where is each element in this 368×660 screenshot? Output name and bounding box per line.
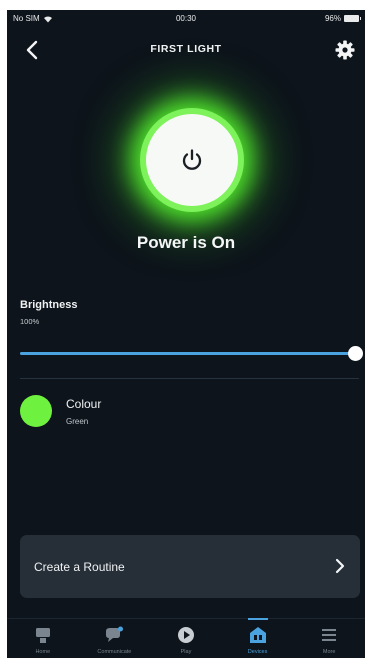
slider-fill xyxy=(20,352,355,355)
nav-label: Play xyxy=(180,649,192,655)
page-title: FIRST LIGHT xyxy=(150,43,222,55)
brightness-label: Brightness xyxy=(20,299,78,311)
active-indicator xyxy=(247,618,268,620)
nav-label: More xyxy=(322,649,336,655)
header: FIRST LIGHT xyxy=(7,32,365,68)
brightness-value: 100% xyxy=(20,317,40,326)
nav-communicate[interactable]: Communicate xyxy=(79,619,151,658)
nav-play[interactable]: Play xyxy=(150,619,222,658)
nav-label: Home xyxy=(35,649,51,655)
status-time: 00:30 xyxy=(175,14,197,23)
menu-icon xyxy=(322,629,337,641)
power-toggle-button[interactable] xyxy=(146,114,238,206)
phone-screen: No SIM 00:30 96% FIRST LIGHT Power is On… xyxy=(7,10,365,658)
brightness-slider[interactable] xyxy=(20,346,363,362)
colour-swatch[interactable] xyxy=(20,395,52,427)
status-bar: No SIM 00:30 96% xyxy=(7,10,365,30)
settings-button[interactable] xyxy=(333,38,357,62)
status-right: 96% xyxy=(324,14,361,23)
gear-icon xyxy=(335,40,355,60)
create-routine-button[interactable]: Create a Routine xyxy=(20,535,360,598)
nav-devices[interactable]: Devices xyxy=(222,618,294,658)
home-icon xyxy=(35,628,50,643)
nav-more[interactable]: More xyxy=(293,619,365,658)
bottom-nav: Home Communicate Play Devices More xyxy=(7,618,365,658)
devices-icon xyxy=(249,627,266,643)
nav-label: Communicate xyxy=(97,649,132,655)
slider-thumb[interactable] xyxy=(348,346,363,361)
colour-value: Green xyxy=(66,417,89,426)
power-icon xyxy=(182,149,202,170)
chat-icon xyxy=(106,626,124,642)
nav-label: Devices xyxy=(247,649,268,655)
nav-home[interactable]: Home xyxy=(7,619,79,658)
routine-label: Create a Routine xyxy=(34,560,125,574)
chevron-right-icon xyxy=(335,558,345,574)
battery-percent: 96% xyxy=(324,14,341,23)
battery-icon xyxy=(344,15,361,22)
power-status-label: Power is On xyxy=(136,233,236,252)
divider xyxy=(20,378,359,379)
colour-label[interactable]: Colour xyxy=(66,397,101,411)
play-icon xyxy=(177,627,194,643)
